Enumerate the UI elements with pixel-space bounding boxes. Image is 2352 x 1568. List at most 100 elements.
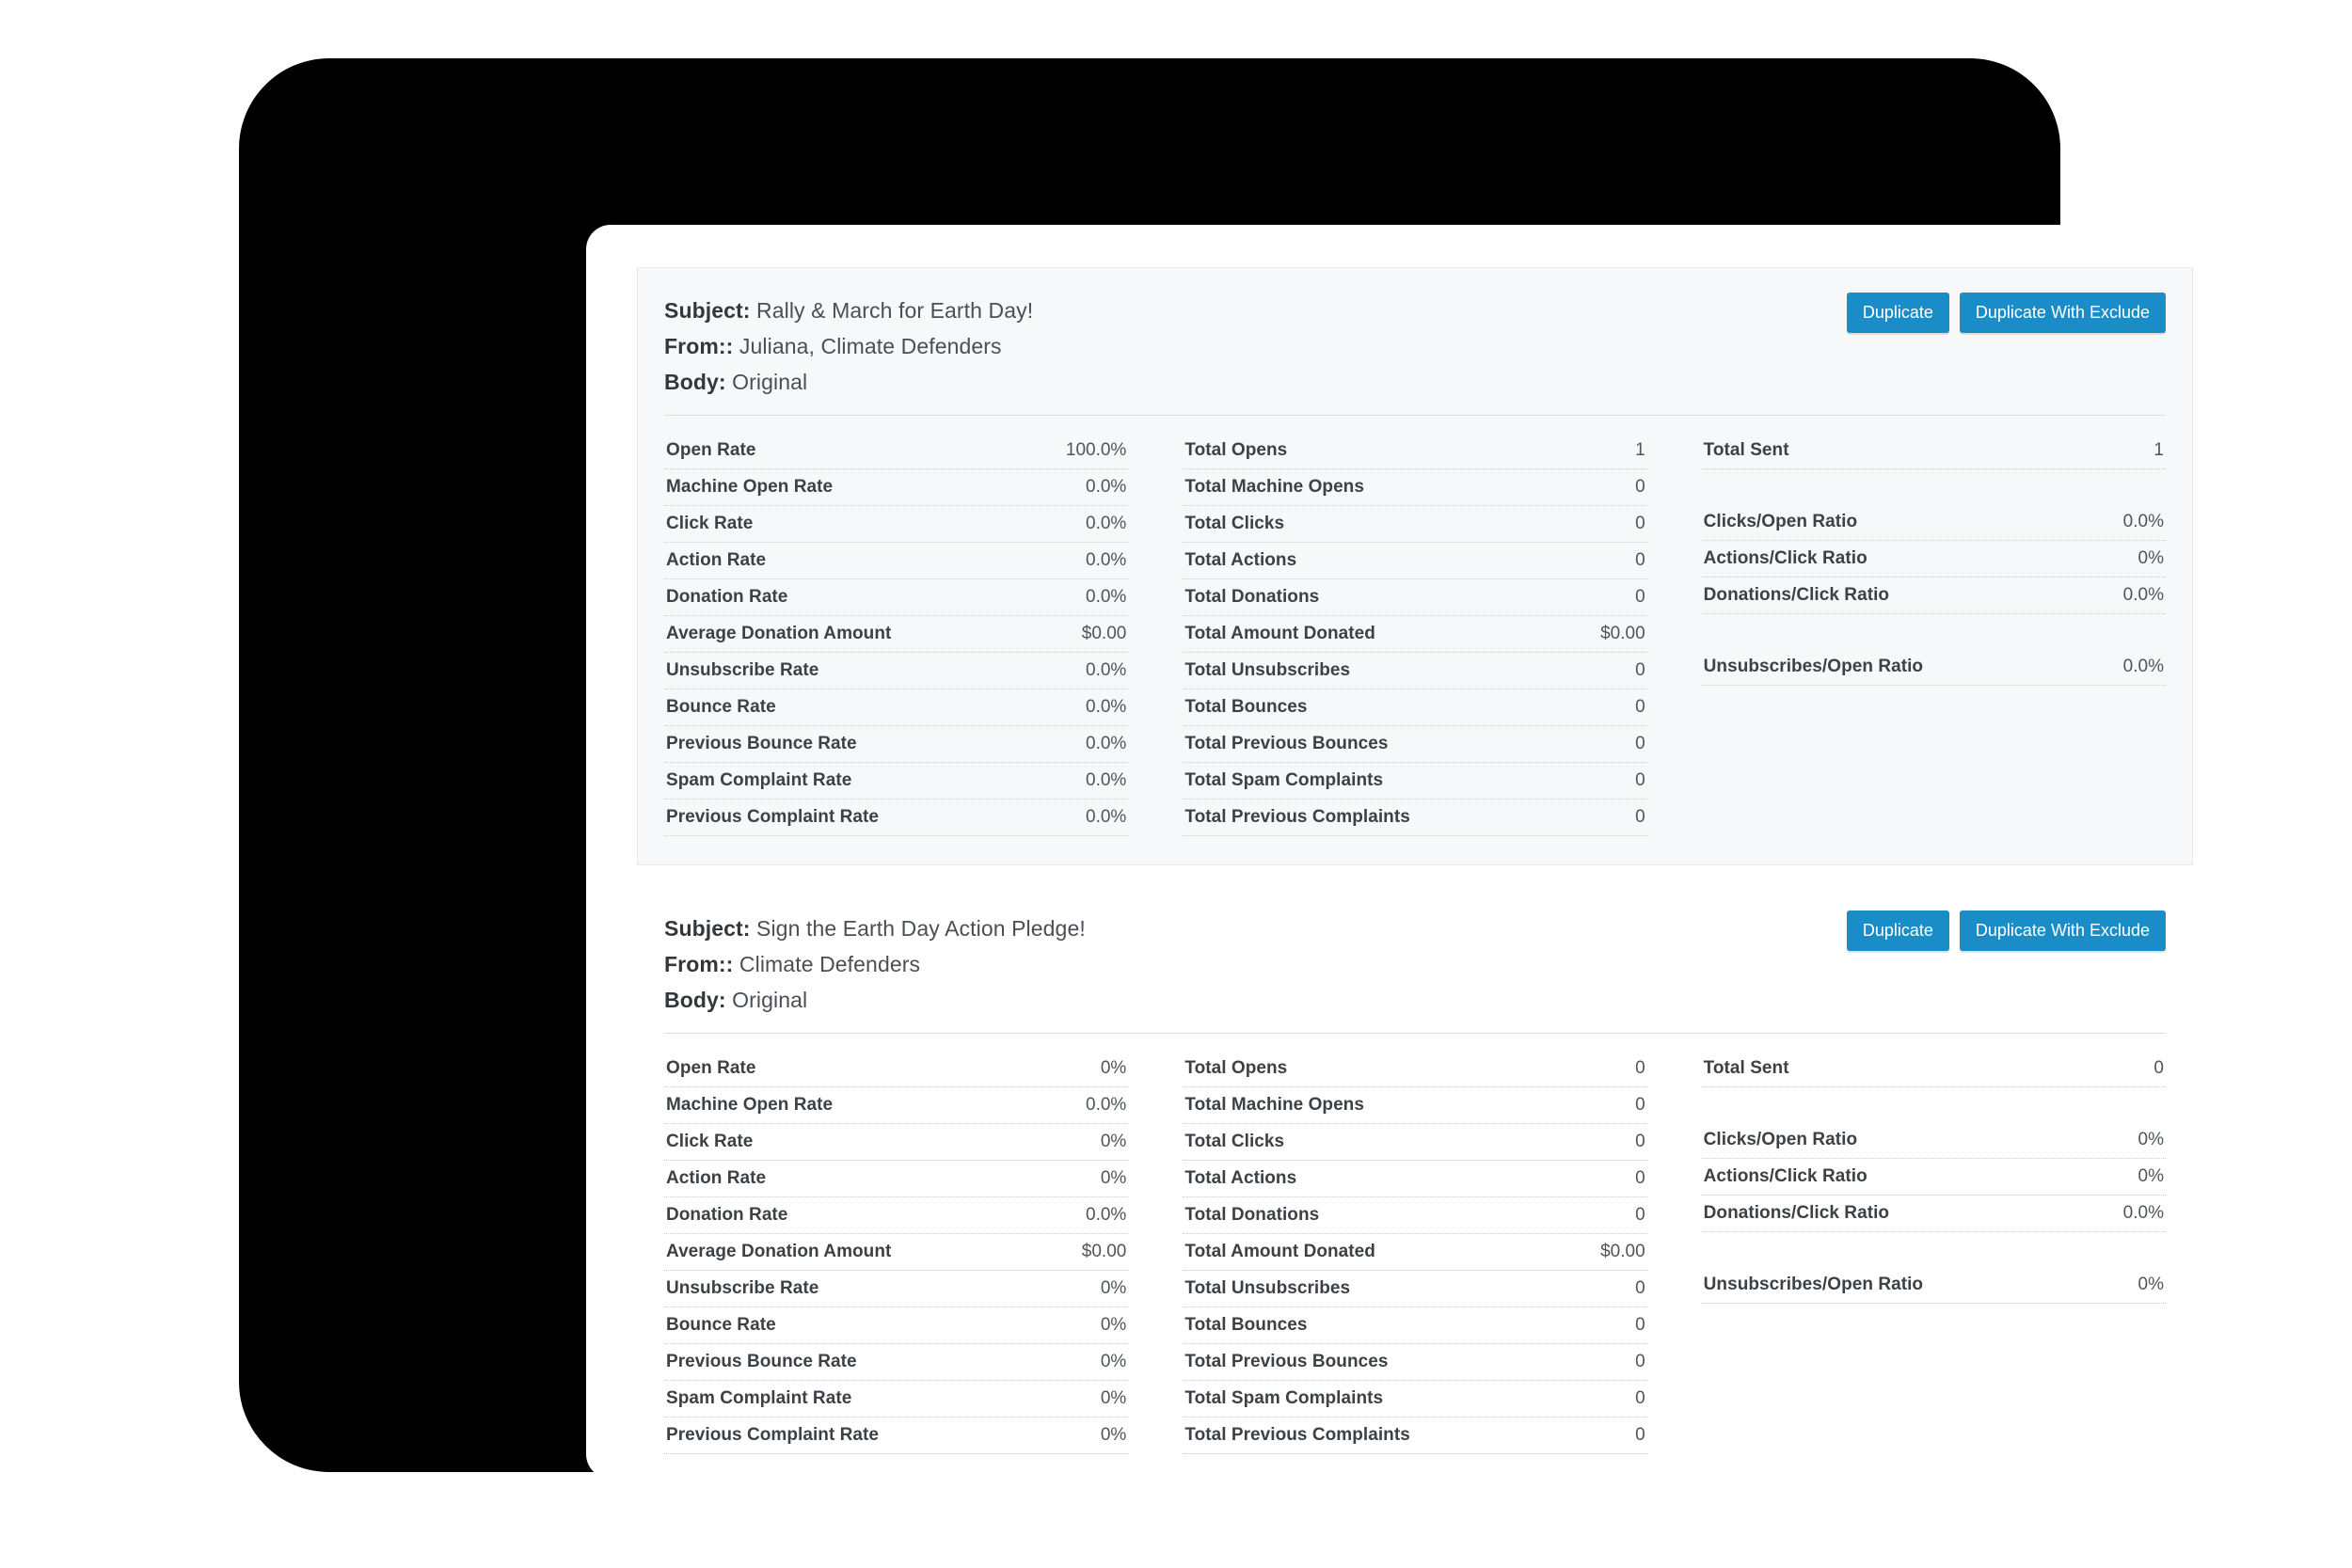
from-label: From:: xyxy=(664,952,734,976)
stat-value: 0% xyxy=(2137,1166,2164,1186)
stats-grid: Open Rate 100.0% Machine Open Rate 0.0% Clic… xyxy=(664,433,2166,836)
stat-value: 0 xyxy=(1635,477,1645,497)
from-label: From:: xyxy=(664,334,734,358)
email-variant-panel: Subject: Rally & March for Earth Day! Fr… xyxy=(637,267,2193,865)
stat-row: Click Rate 0% xyxy=(664,1124,1129,1161)
stat-row: Spam Complaint Rate 0% xyxy=(664,1381,1129,1418)
stat-label: Total Clicks xyxy=(1184,1132,1285,1151)
stat-row: Total Spam Complaints 0 xyxy=(1183,1381,1647,1418)
stat-row: Average Donation Amount $0.00 xyxy=(664,1234,1129,1271)
stat-value: 0 xyxy=(1635,770,1645,790)
stat-row: Total Donations 0 xyxy=(1183,579,1647,616)
stat-label: Previous Bounce Rate xyxy=(666,1352,857,1371)
stat-value: 0 xyxy=(1635,697,1645,717)
duplicate-button[interactable]: Duplicate xyxy=(1846,911,1949,951)
stat-row: Total Unsubscribes 0 xyxy=(1183,1271,1647,1307)
stat-row: Unsubscribe Rate 0% xyxy=(664,1271,1129,1307)
stat-value: 0 xyxy=(2153,1058,2164,1078)
stat-value: 0 xyxy=(1635,550,1645,570)
stats-divider xyxy=(664,415,2166,416)
duplicate-with-exclude-button[interactable]: Duplicate With Exclude xyxy=(1959,911,2166,951)
stat-label: Clicks/Open Ratio xyxy=(1703,1130,1858,1149)
stat-label: Actions/Click Ratio xyxy=(1703,1166,1867,1186)
stat-row: Previous Bounce Rate 0% xyxy=(664,1344,1129,1381)
stat-row: Total Actions 0 xyxy=(1183,1161,1647,1197)
stat-row: Open Rate 100.0% xyxy=(664,433,1129,469)
stat-value: 0 xyxy=(1635,734,1645,753)
stat-row: Donation Rate 0.0% xyxy=(664,1197,1129,1234)
subject-value: Rally & March for Earth Day! xyxy=(756,298,1034,323)
stat-value: 0 xyxy=(1635,1095,1645,1115)
stat-label: Action Rate xyxy=(666,550,767,570)
duplicate-with-exclude-button[interactable]: Duplicate With Exclude xyxy=(1959,293,2166,333)
stat-value: 0 xyxy=(1635,1425,1645,1445)
stat-value: 0% xyxy=(1100,1132,1127,1151)
stat-label: Total Opens xyxy=(1184,1058,1288,1078)
from-value: Juliana, Climate Defenders xyxy=(739,334,1002,358)
stat-row: Total Opens 1 xyxy=(1183,433,1647,469)
stat-row: Total Machine Opens 0 xyxy=(1183,469,1647,506)
stat-label: Unsubscribe Rate xyxy=(666,660,819,680)
stat-label: Total Clicks xyxy=(1184,514,1285,533)
stat-value: 0% xyxy=(1100,1278,1127,1298)
stat-label: Total Bounces xyxy=(1184,697,1308,717)
stat-label: Clicks/Open Ratio xyxy=(1703,512,1858,531)
stat-label: Total Spam Complaints xyxy=(1184,770,1384,790)
stat-value: 0 xyxy=(1635,514,1645,533)
stat-label: Total Machine Opens xyxy=(1184,1095,1364,1115)
stat-value: 0.0% xyxy=(2122,657,2164,676)
stat-label: Total Donations xyxy=(1184,1205,1320,1225)
stat-row: Machine Open Rate 0.0% xyxy=(664,1087,1129,1124)
stat-label: Total Previous Bounces xyxy=(1184,734,1389,753)
body-line: Body: Original xyxy=(664,364,2166,400)
stat-row-spacer xyxy=(1702,614,2166,649)
stat-value: 0.0% xyxy=(1086,1205,1127,1225)
stat-label: Unsubscribes/Open Ratio xyxy=(1703,1275,1924,1294)
stat-row: Total Amount Donated $0.00 xyxy=(1183,616,1647,653)
stat-value: 0 xyxy=(1635,1278,1645,1298)
stat-value: 1 xyxy=(1635,440,1645,460)
stat-label: Spam Complaint Rate xyxy=(666,770,852,790)
stat-row: Click Rate 0.0% xyxy=(664,506,1129,543)
stat-row: Machine Open Rate 0.0% xyxy=(664,469,1129,506)
stat-value: 0 xyxy=(1635,1388,1645,1408)
stat-label: Click Rate xyxy=(666,514,754,533)
device-bezel: Subject: Rally & March for Earth Day! Fr… xyxy=(239,58,2248,1479)
stat-row: Total Donations 0 xyxy=(1183,1197,1647,1234)
from-value: Climate Defenders xyxy=(739,952,921,976)
body-label: Body: xyxy=(664,370,726,394)
stat-label: Actions/Click Ratio xyxy=(1703,548,1867,568)
stat-value: 0 xyxy=(1635,1132,1645,1151)
stat-value: 0.0% xyxy=(1086,734,1127,753)
stat-row: Donations/Click Ratio 0.0% xyxy=(1701,578,2166,614)
duplicate-button[interactable]: Duplicate xyxy=(1846,293,1949,333)
stat-label: Donations/Click Ratio xyxy=(1703,1203,1890,1223)
stat-row-spacer xyxy=(1702,1087,2166,1122)
stat-value: 0 xyxy=(1635,660,1645,680)
stats-column: Total Opens 1 Total Machine Opens 0 Total Cl… xyxy=(1183,433,1647,836)
stat-value: 0.0% xyxy=(1086,477,1127,497)
stat-value: 0.0% xyxy=(1086,587,1127,607)
stat-row: Previous Complaint Rate 0.0% xyxy=(664,800,1129,836)
stat-value: 0 xyxy=(1635,1058,1645,1078)
stat-label: Previous Complaint Rate xyxy=(666,807,880,827)
from-line: From:: Climate Defenders xyxy=(664,946,2166,982)
stat-value: 0 xyxy=(1635,1205,1645,1225)
stat-value: 0.0% xyxy=(1086,770,1127,790)
stat-row: Clicks/Open Ratio 0.0% xyxy=(1701,504,2166,541)
stat-value: 0.0% xyxy=(1086,514,1127,533)
stat-value: 0.0% xyxy=(1086,697,1127,717)
stat-label: Previous Complaint Rate xyxy=(666,1425,880,1445)
body-value: Original xyxy=(732,988,808,1012)
stat-row: Action Rate 0.0% xyxy=(664,543,1129,579)
stat-label: Total Unsubscribes xyxy=(1184,1278,1351,1298)
stat-label: Unsubscribes/Open Ratio xyxy=(1703,657,1924,676)
device-screen: Subject: Rally & March for Earth Day! Fr… xyxy=(586,225,2248,1479)
stat-row: Total Spam Complaints 0 xyxy=(1183,763,1647,800)
stat-label: Unsubscribe Rate xyxy=(666,1278,819,1298)
stat-label: Total Donations xyxy=(1184,587,1320,607)
stat-row: Donation Rate 0.0% xyxy=(664,579,1129,616)
stat-row: Total Previous Complaints 0 xyxy=(1183,800,1647,836)
stat-label: Machine Open Rate xyxy=(666,1095,834,1115)
stat-label: Total Previous Complaints xyxy=(1184,1425,1410,1445)
